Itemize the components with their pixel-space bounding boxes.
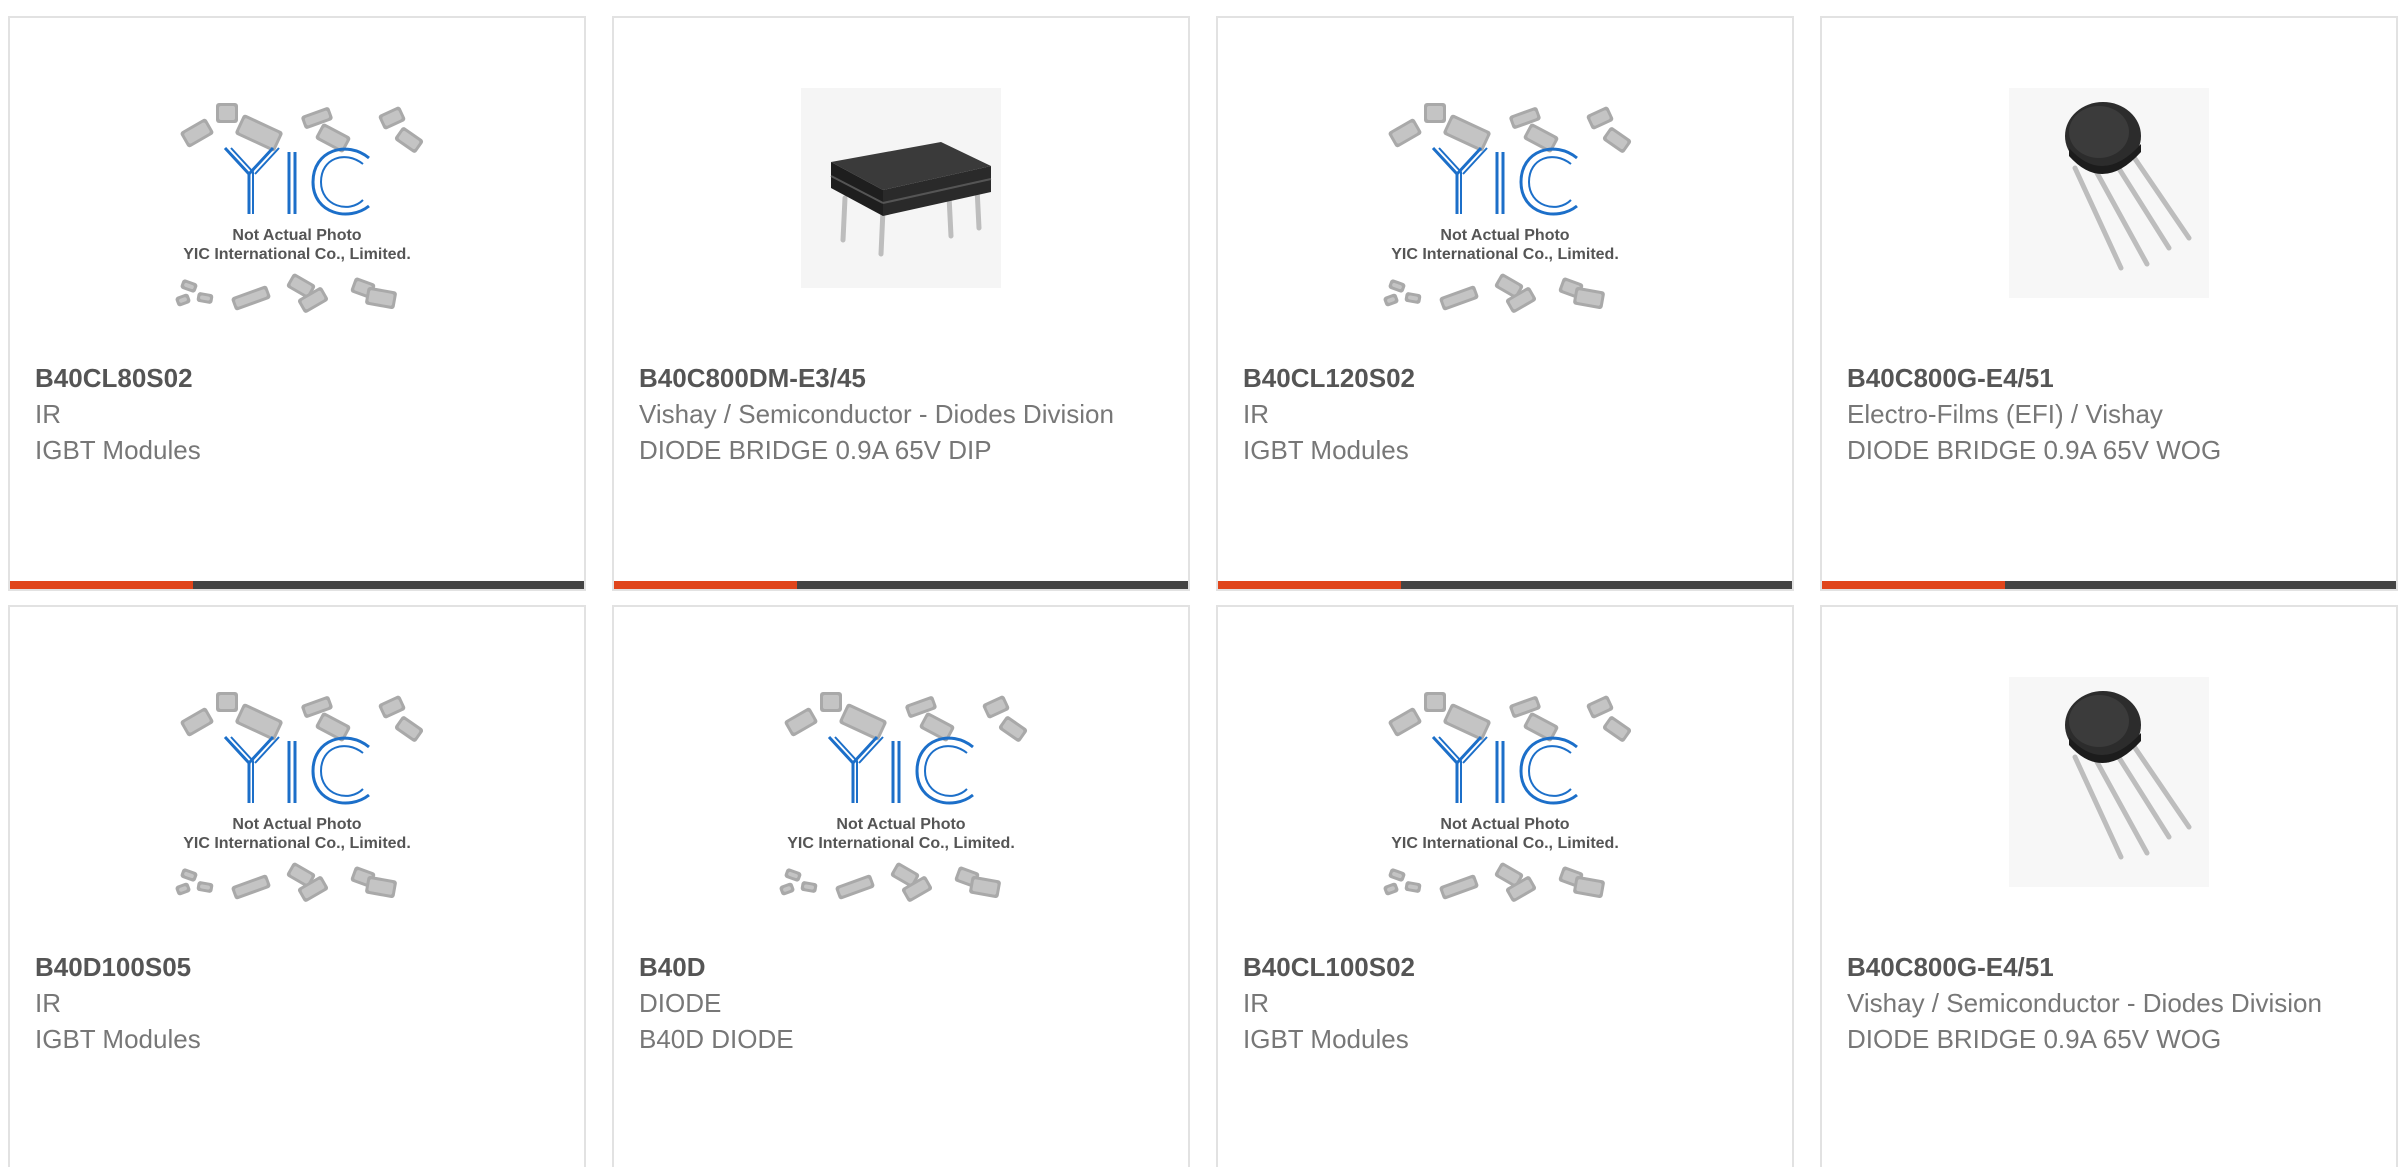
description: IGBT Modules xyxy=(1243,435,1409,465)
description: IGBT Modules xyxy=(35,1024,201,1054)
product-card[interactable]: Not Actual Photo YIC International Co., … xyxy=(8,16,586,591)
placeholder-company: YIC International Co., Limited. xyxy=(183,246,411,263)
part-number-link[interactable]: B40CL100S02 xyxy=(1243,949,1772,985)
description: B40D DIODE xyxy=(639,1024,794,1054)
card-footer-bar xyxy=(1822,581,2396,589)
accent-bar xyxy=(1822,581,2005,589)
placeholder-company: YIC International Co., Limited. xyxy=(183,835,411,852)
manufacturer: IR xyxy=(1243,399,1269,429)
placeholder-note: Not Actual Photo xyxy=(232,816,361,833)
part-number-link[interactable]: B40CL80S02 xyxy=(35,360,564,396)
product-card[interactable]: Not Actual Photo YIC International Co., … xyxy=(1216,605,1794,1167)
part-number-link[interactable]: B40D100S05 xyxy=(35,949,564,985)
product-image[interactable]: Not Actual Photo YIC International Co., … xyxy=(1218,667,1792,957)
product-image[interactable]: Not Actual Photo YIC International Co., … xyxy=(10,667,584,957)
product-image[interactable]: Not Actual Photo YIC International Co., … xyxy=(1218,78,1792,368)
product-card[interactable]: B40C800G-E4/51 Electro-Films (EFI) / Vis… xyxy=(1820,16,2398,591)
product-image[interactable]: Not Actual Photo YIC International Co., … xyxy=(10,78,584,368)
manufacturer: IR xyxy=(1243,988,1269,1018)
description: IGBT Modules xyxy=(35,435,201,465)
part-number-link[interactable]: B40CL120S02 xyxy=(1243,360,1772,396)
manufacturer: Electro-Films (EFI) / Vishay xyxy=(1847,399,2163,429)
accent-bar xyxy=(614,581,797,589)
description: IGBT Modules xyxy=(1243,1024,1409,1054)
card-footer-bar xyxy=(1218,581,1792,589)
part-number-link[interactable]: B40C800DM-E3/45 xyxy=(639,360,1168,396)
manufacturer: Vishay / Semiconductor - Diodes Division xyxy=(1847,988,2322,1018)
product-card[interactable]: B40C800DM-E3/45 Vishay / Semiconductor -… xyxy=(612,16,1190,591)
placeholder-company: YIC International Co., Limited. xyxy=(1391,835,1619,852)
accent-bar xyxy=(1218,581,1401,589)
product-card[interactable]: Not Actual Photo YIC International Co., … xyxy=(612,605,1190,1167)
description: DIODE BRIDGE 0.9A 65V DIP xyxy=(639,435,992,465)
manufacturer: DIODE xyxy=(639,988,722,1018)
placeholder-company: YIC International Co., Limited. xyxy=(1391,246,1619,263)
manufacturer: Vishay / Semiconductor - Diodes Division xyxy=(639,399,1114,429)
description: DIODE BRIDGE 0.9A 65V WOG xyxy=(1847,1024,2222,1054)
product-image[interactable] xyxy=(1822,78,2396,368)
placeholder-note: Not Actual Photo xyxy=(1440,227,1569,244)
manufacturer: IR xyxy=(35,988,61,1018)
card-footer-bar xyxy=(10,581,584,589)
description: DIODE BRIDGE 0.9A 65V WOG xyxy=(1847,435,2222,465)
part-number-link[interactable]: B40C800G-E4/51 xyxy=(1847,360,2376,396)
placeholder-note: Not Actual Photo xyxy=(836,816,965,833)
product-card[interactable]: Not Actual Photo YIC International Co., … xyxy=(1216,16,1794,591)
product-image[interactable] xyxy=(614,78,1188,368)
product-card[interactable]: Not Actual Photo YIC International Co., … xyxy=(8,605,586,1167)
part-number-link[interactable]: B40C800G-E4/51 xyxy=(1847,949,2376,985)
placeholder-company: YIC International Co., Limited. xyxy=(787,835,1015,852)
placeholder-note: Not Actual Photo xyxy=(232,227,361,244)
product-image[interactable]: Not Actual Photo YIC International Co., … xyxy=(614,667,1188,957)
accent-bar xyxy=(10,581,193,589)
part-number-link[interactable]: B40D xyxy=(639,949,1168,985)
placeholder-note: Not Actual Photo xyxy=(1440,816,1569,833)
product-grid: Not Actual Photo YIC International Co., … xyxy=(8,16,2400,1167)
manufacturer: IR xyxy=(35,399,61,429)
product-image[interactable] xyxy=(1822,667,2396,957)
product-card[interactable]: B40C800G-E4/51 Vishay / Semiconductor - … xyxy=(1820,605,2398,1167)
card-footer-bar xyxy=(614,581,1188,589)
